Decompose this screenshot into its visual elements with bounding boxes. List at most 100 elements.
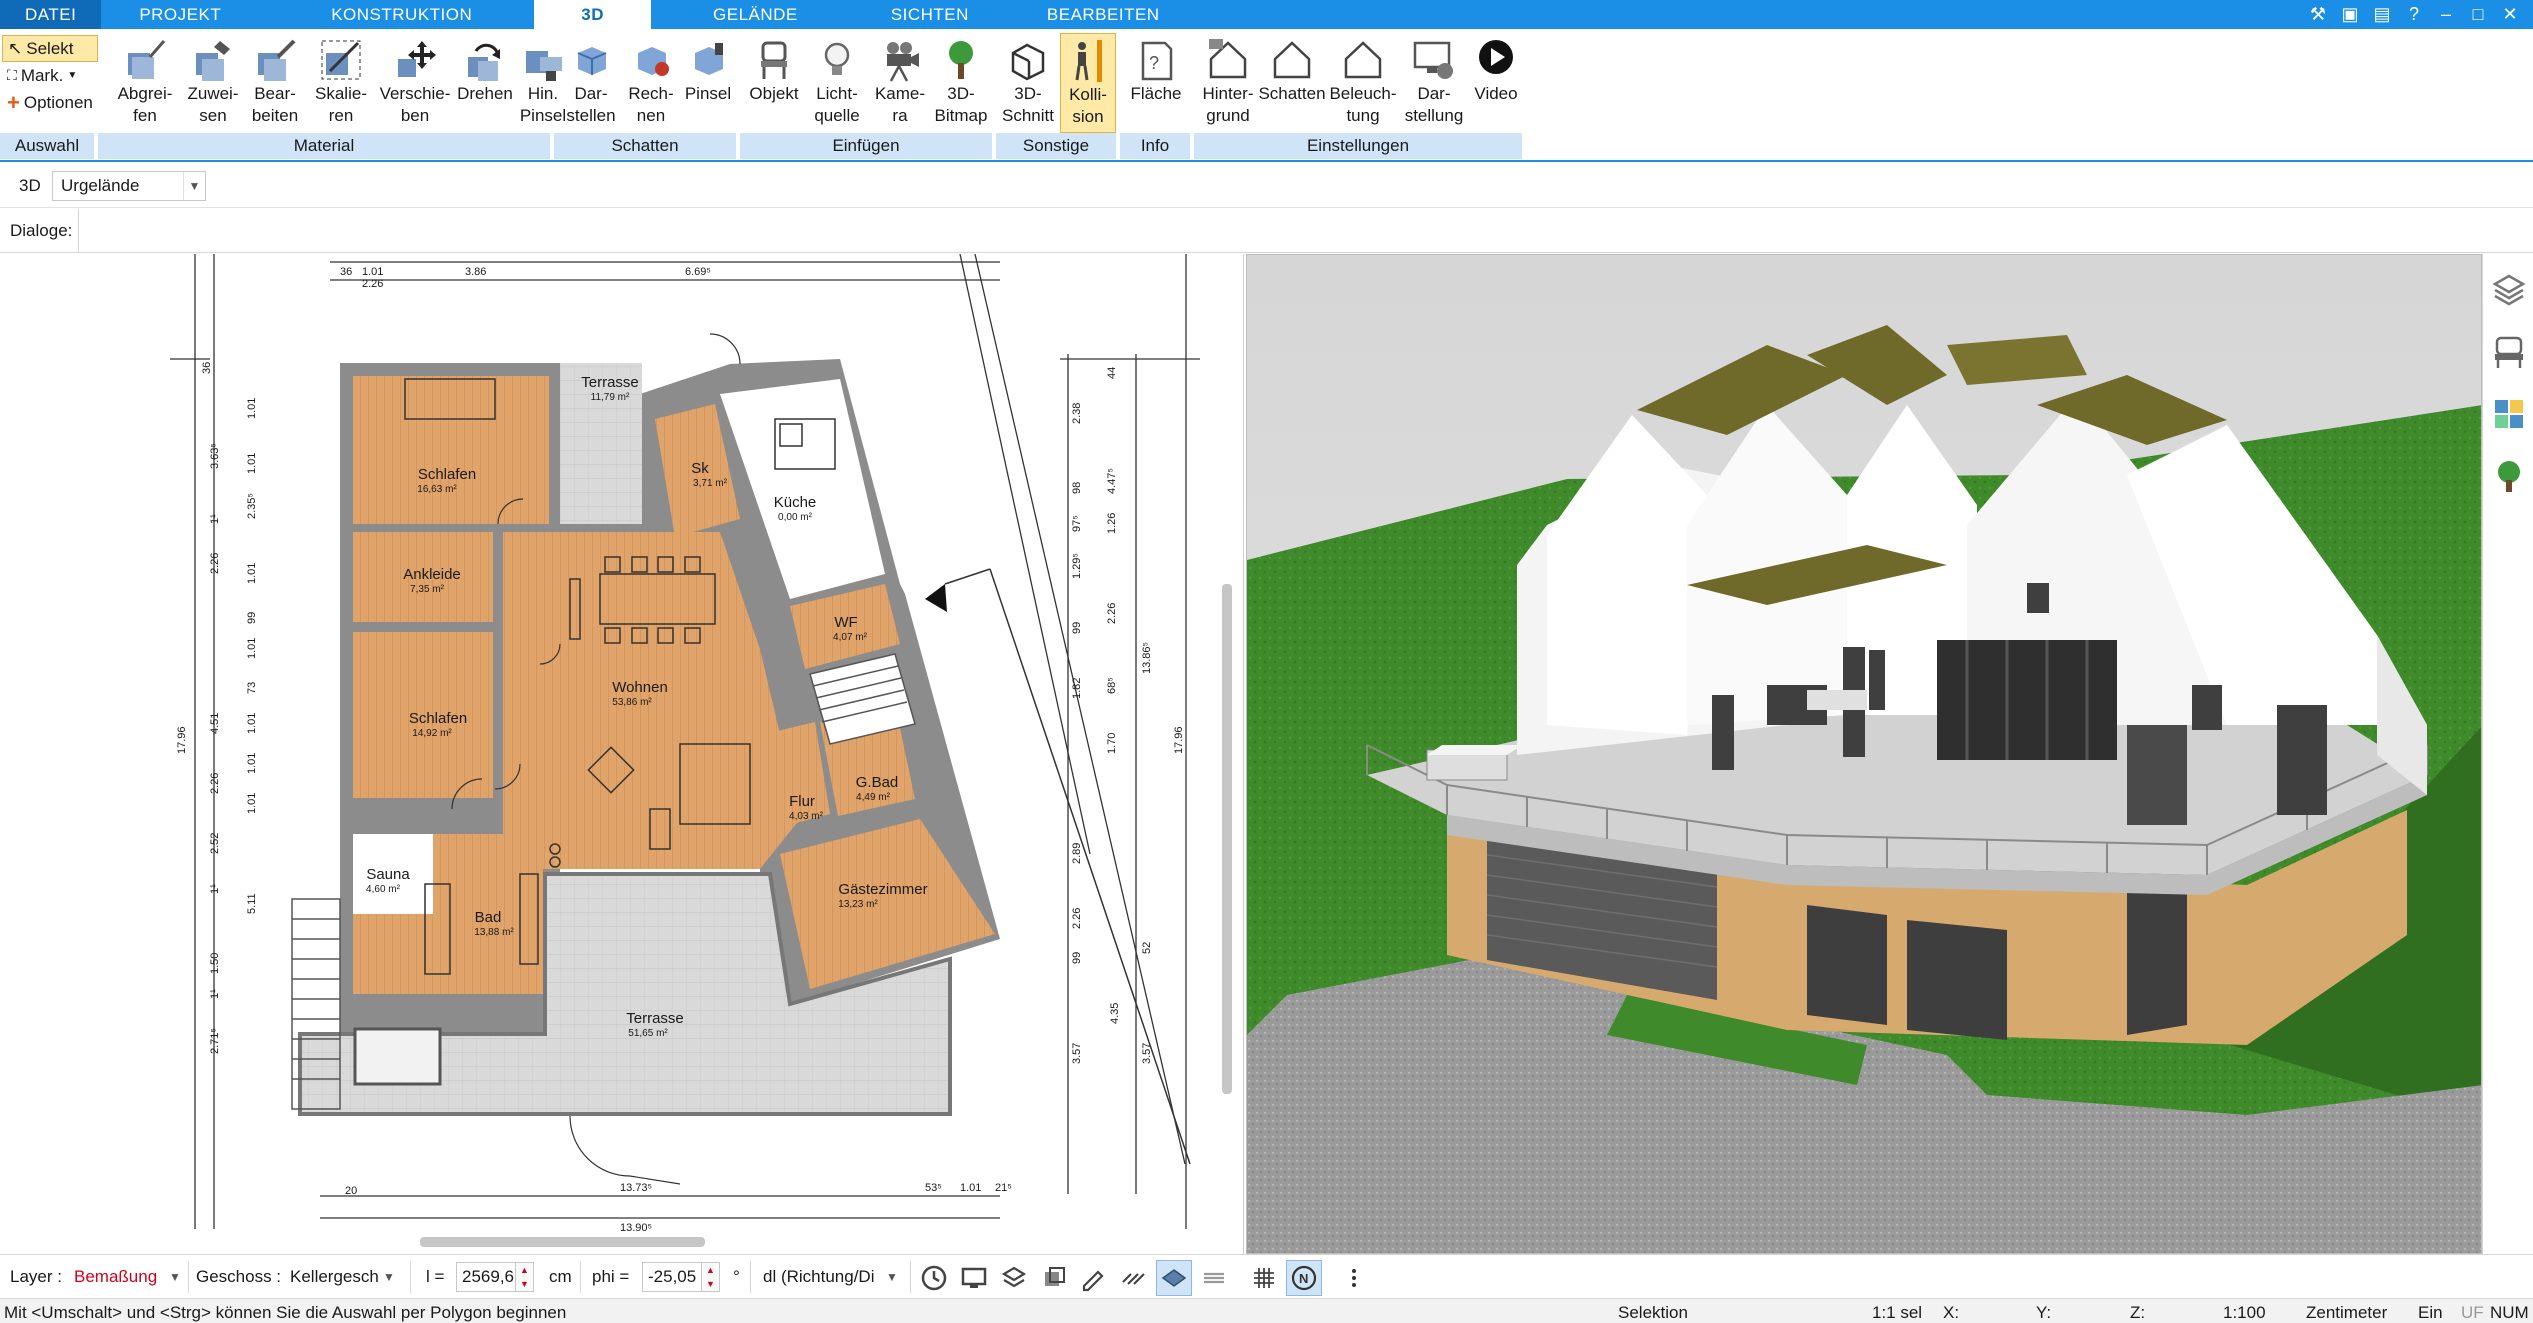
tab-projekt[interactable]: PROJEKT bbox=[101, 0, 269, 29]
hintergrund-button[interactable]: Hinter- grund bbox=[1194, 33, 1262, 133]
status-uf: UF bbox=[2461, 1303, 2484, 1322]
hatch-icon[interactable] bbox=[1120, 1264, 1148, 1292]
status-x: X: bbox=[1943, 1303, 1960, 1322]
assign-material-icon bbox=[196, 41, 230, 81]
floor-plan-view[interactable]: Terrasse 11,79 m² Sk 3,71 m² Küche 0,00 … bbox=[0, 254, 1244, 1254]
svg-text:52: 52 bbox=[1141, 942, 1153, 954]
rechnen-button[interactable]: Rech- nen bbox=[622, 33, 680, 133]
tab-gelaende[interactable]: GELÄNDE bbox=[651, 0, 848, 29]
selekt-button[interactable]: ↖ Selekt bbox=[2, 35, 98, 62]
move-icon bbox=[398, 41, 436, 77]
geschoss-select[interactable]: Kellergesch ▼ bbox=[282, 1262, 400, 1292]
optionen-button[interactable]: + Optionen bbox=[2, 89, 98, 116]
direction-select[interactable]: dl (Richtung/Di ▼ bbox=[755, 1262, 903, 1292]
restore-icon[interactable]: ▣ bbox=[2339, 4, 2361, 25]
maximize-icon[interactable]: □ bbox=[2467, 4, 2489, 25]
svg-text:1.82: 1.82 bbox=[1071, 678, 1083, 699]
bearbeiten-button[interactable]: Bear- beiten bbox=[244, 33, 306, 133]
minimize-icon[interactable]: – bbox=[2435, 4, 2457, 25]
tab-file[interactable]: DATEI bbox=[0, 0, 102, 29]
chevron-down-icon[interactable]: ▼ bbox=[706, 1279, 715, 1289]
tab-konstruktion[interactable]: KONSTRUKTION bbox=[269, 0, 534, 29]
zuweisen-button[interactable]: Zuwei- sen bbox=[182, 33, 244, 133]
svg-text:2.26: 2.26 bbox=[1106, 603, 1118, 624]
lichtquelle-button[interactable]: Licht- quelle bbox=[804, 33, 870, 133]
view-mode-label: 3D bbox=[19, 176, 41, 195]
clock-icon[interactable] bbox=[920, 1264, 948, 1292]
chevron-down-icon[interactable]: ▼ bbox=[520, 1279, 529, 1289]
schatten-einst-button[interactable]: Schatten bbox=[1256, 33, 1328, 133]
group-material: Abgrei- fen Zuwei- sen Bear- beiten Skal… bbox=[98, 29, 566, 162]
grid-icon[interactable] bbox=[1250, 1264, 1278, 1292]
close-icon[interactable]: ✕ bbox=[2499, 4, 2521, 25]
video-button[interactable]: Video bbox=[1468, 33, 1524, 133]
terrain-select[interactable]: Urgelände ▼ bbox=[52, 171, 206, 201]
furniture-icon[interactable] bbox=[2491, 334, 2527, 370]
window-icon[interactable]: ▤ bbox=[2371, 4, 2393, 25]
stamp-icon[interactable] bbox=[1040, 1264, 1068, 1292]
layers-icon[interactable] bbox=[2491, 272, 2527, 308]
layers-icon[interactable] bbox=[1000, 1264, 1028, 1292]
play-icon bbox=[1479, 40, 1513, 74]
tab-3d[interactable]: 3D bbox=[534, 0, 652, 29]
ribbon: ↖ Selekt ⛶ Mark. ▼ + Optionen Auswahl Ab… bbox=[0, 29, 2533, 162]
skalieren-button[interactable]: Skalie- ren bbox=[306, 33, 376, 133]
stack-icon[interactable] bbox=[1200, 1264, 1228, 1292]
mark-button[interactable]: ⛶ Mark. ▼ bbox=[2, 62, 98, 89]
pencil-icon[interactable] bbox=[1080, 1264, 1108, 1292]
plants-icon[interactable] bbox=[2491, 458, 2527, 494]
tab-bearbeiten[interactable]: BEARBEITEN bbox=[1012, 0, 1195, 29]
chevron-down-icon: ▼ bbox=[67, 70, 78, 81]
phi-input[interactable]: -25,05 bbox=[642, 1262, 702, 1292]
kollision-button[interactable]: Kolli- sion bbox=[1060, 33, 1116, 133]
svg-text:1.01: 1.01 bbox=[246, 398, 258, 419]
chevron-up-icon[interactable]: ▲ bbox=[520, 1265, 529, 1275]
more-icon[interactable] bbox=[1340, 1264, 1368, 1292]
3d-house-render[interactable] bbox=[1247, 255, 2482, 1254]
divider bbox=[410, 1261, 411, 1293]
house-light-icon bbox=[1344, 41, 1382, 79]
snap-icon[interactable]: N bbox=[1290, 1264, 1318, 1292]
darstellen-button[interactable]: Dar- stellen bbox=[560, 33, 622, 133]
group-auswahl: ↖ Selekt ⛶ Mark. ▼ + Optionen Auswahl bbox=[0, 29, 98, 162]
horizontal-scrollbar[interactable] bbox=[420, 1237, 705, 1247]
vertical-scrollbar[interactable] bbox=[1222, 584, 1232, 1094]
ribbon-tab-bar: DATEI PROJEKT KONSTRUKTION 3D GELÄNDE SI… bbox=[0, 0, 2533, 29]
svg-text:99: 99 bbox=[246, 612, 258, 624]
tab-sichten[interactable]: SICHTEN bbox=[848, 0, 1012, 29]
3d-bitmap-button[interactable]: 3D- Bitmap bbox=[930, 33, 992, 133]
room-area: 14,92 m² bbox=[412, 728, 452, 739]
room-area: 51,65 m² bbox=[628, 1028, 668, 1039]
room-label: Sk bbox=[691, 460, 709, 477]
length-stepper[interactable]: ▲ ▼ bbox=[516, 1262, 534, 1292]
floor-plan-drawing[interactable]: Terrasse 11,79 m² Sk 3,71 m² Küche 0,00 … bbox=[0, 254, 1244, 1254]
chevron-down-icon: ▼ bbox=[886, 1270, 898, 1284]
tools-icon[interactable]: ⚒ bbox=[2307, 4, 2329, 25]
monitor-icon[interactable] bbox=[960, 1264, 988, 1292]
house-shadow-icon bbox=[1273, 41, 1311, 79]
kamera-button[interactable]: Kame- ra bbox=[870, 33, 930, 133]
lightbulb-icon bbox=[824, 42, 850, 75]
abgreifen-button[interactable]: Abgrei- fen bbox=[110, 33, 180, 133]
pipette-icon bbox=[128, 40, 166, 79]
3d-schnitt-button[interactable]: 3D- Schnitt bbox=[998, 33, 1058, 133]
help-icon[interactable]: ? bbox=[2403, 4, 2425, 25]
status-hint: Mit <Umschalt> und <Strg> können Sie die… bbox=[4, 1303, 567, 1322]
length-input[interactable]: 2569,6 bbox=[456, 1262, 516, 1292]
drehen-button[interactable]: Drehen bbox=[454, 33, 516, 133]
phi-stepper[interactable]: ▲ ▼ bbox=[702, 1262, 720, 1292]
diamond-icon[interactable] bbox=[1160, 1264, 1188, 1292]
flaeche-button[interactable]: ? Fläche bbox=[1126, 33, 1186, 133]
3d-view[interactable] bbox=[1246, 254, 2482, 1254]
room-area: 0,00 m² bbox=[778, 512, 813, 523]
verschieben-button[interactable]: Verschie- ben bbox=[376, 33, 454, 133]
tree-icon bbox=[949, 41, 973, 79]
darstellung-button[interactable]: Dar- stellung bbox=[1400, 33, 1468, 133]
materials-icon[interactable] bbox=[2491, 396, 2527, 432]
length-label: l = bbox=[426, 1267, 445, 1286]
objekt-button[interactable]: Objekt bbox=[744, 33, 804, 133]
chevron-up-icon[interactable]: ▲ bbox=[706, 1265, 715, 1275]
layer-select[interactable]: Bemaßung ▼ bbox=[66, 1262, 186, 1292]
beleuchtung-button[interactable]: Beleuch- tung bbox=[1326, 33, 1400, 133]
schatten-pinsel-button[interactable]: Pinsel bbox=[680, 33, 736, 133]
